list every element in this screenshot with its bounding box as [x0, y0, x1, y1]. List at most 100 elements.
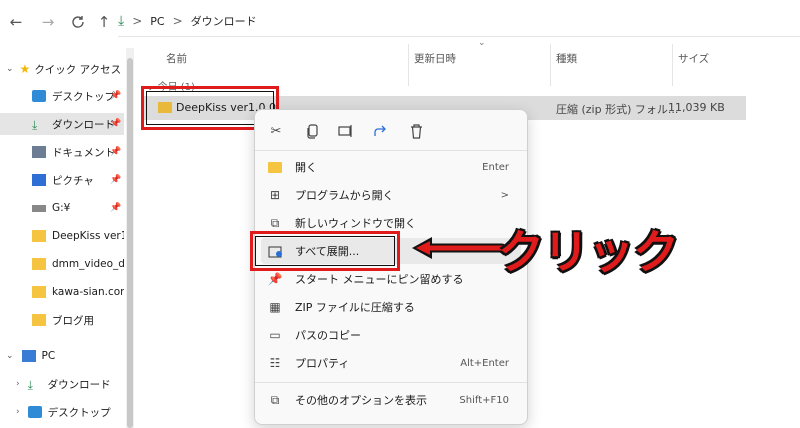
desktop-icon [32, 90, 46, 102]
menu-item-label: 開く [295, 161, 317, 174]
trash-icon [410, 123, 422, 139]
sidebar-label: ピクチャ [52, 174, 94, 187]
sidebar-item-folder[interactable]: kawa-sian.com [0, 281, 124, 303]
sidebar-scrollbar[interactable] [126, 48, 134, 428]
menu-item-properties[interactable]: ☷ プロパティ Alt+Enter [261, 350, 521, 376]
sidebar-label: クイック アクセス [34, 63, 122, 76]
sidebar-item-folder[interactable]: DeepKiss ver1.0 [0, 225, 124, 247]
pin-icon: 📌 [267, 272, 283, 286]
menu-item-compress-zip[interactable]: ▦ ZIP ファイルに圧縮する [261, 294, 521, 320]
menu-item-label: パスのコピー [295, 329, 361, 342]
menu-item-label: 新しいウィンドウで開く [295, 217, 416, 230]
chevron-right-icon: › [16, 407, 20, 417]
sidebar-item-folder[interactable]: dmm_video_da [0, 253, 124, 275]
sidebar-item-documents[interactable]: ドキュメント 📌 [0, 141, 124, 163]
refresh-icon [72, 16, 84, 28]
column-divider[interactable] [408, 44, 409, 86]
pin-icon: 📌 [110, 91, 122, 101]
pin-icon: 📌 [110, 147, 122, 157]
pc-icon [21, 350, 36, 362]
column-header-date[interactable]: 更新日時 [414, 48, 456, 70]
sidebar-pc-downloads[interactable]: › ⤓ ダウンロード [0, 373, 124, 395]
rename-icon [338, 125, 352, 137]
more-options-icon: ⧉ [270, 392, 280, 407]
menu-divider [255, 150, 527, 151]
document-icon [32, 146, 46, 158]
sidebar-item-drive-g[interactable]: G:¥ 📌 [0, 197, 124, 219]
menu-item-label: プログラムから開く [295, 189, 394, 202]
scroll-thumb[interactable] [127, 58, 133, 428]
zip-icon: ▦ [269, 300, 281, 314]
address-bar[interactable]: ⤓ > PC > ダウンロード [118, 6, 800, 37]
pin-icon: 📌 [110, 119, 122, 129]
refresh-button[interactable] [66, 10, 90, 34]
menu-shortcut: Enter [482, 161, 509, 173]
scissors-icon: ✂ [270, 123, 282, 139]
chevron-right-icon: › [16, 379, 20, 389]
back-arrow-icon: ← [9, 13, 23, 31]
chevron-right-icon: > [132, 14, 143, 28]
cut-button[interactable]: ✂ [267, 122, 285, 140]
column-header-type[interactable]: 種類 [556, 48, 577, 70]
sidebar-item-pictures[interactable]: ピクチャ 📌 [0, 169, 124, 191]
breadcrumb-downloads[interactable]: ダウンロード [191, 13, 257, 29]
chevron-right-icon: > [500, 189, 509, 201]
copy-path-icon: ▭ [269, 328, 281, 342]
breadcrumb-pc[interactable]: PC [150, 15, 164, 28]
copy-button[interactable] [303, 122, 321, 140]
sidebar-label: dmm_video_da [52, 258, 124, 270]
share-icon [373, 125, 386, 136]
folder-icon [32, 286, 46, 298]
star-icon: ★ [19, 62, 31, 76]
column-divider[interactable] [672, 44, 673, 86]
sidebar-label: DeepKiss ver1.0 [52, 230, 124, 242]
column-header-name[interactable]: 名前 [166, 48, 187, 70]
sidebar-label: ブログ用 [52, 314, 94, 327]
menu-item-more-options[interactable]: ⧉ その他のオプションを表示 Shift+F10 [261, 387, 521, 413]
folder-icon [32, 230, 46, 242]
menu-item-open-with[interactable]: ⊞ プログラムから開く > [261, 182, 521, 208]
back-button[interactable]: ← [4, 10, 28, 34]
chevron-right-icon: > [172, 14, 183, 28]
sidebar-pc-desktop[interactable]: › デスクトップ [0, 401, 124, 423]
highlight-extract-inner [255, 236, 395, 266]
download-icon: ⤓ [118, 13, 125, 29]
forward-button[interactable]: → [36, 10, 60, 34]
menu-divider [255, 382, 527, 383]
sidebar-item-folder[interactable]: ブログ用 [0, 309, 124, 331]
sidebar-quick-access[interactable]: ⌄ ★ クイック アクセス [0, 58, 124, 80]
menu-item-copy-path[interactable]: ▭ パスのコピー [261, 322, 521, 348]
sidebar-item-desktop[interactable]: デスクトップ 📌 [0, 85, 124, 107]
share-button[interactable] [371, 122, 389, 140]
folder-icon [32, 314, 46, 326]
download-icon: ⤓ [27, 378, 33, 392]
menu-item-label: スタート メニューにピン留めする [295, 273, 464, 286]
up-arrow-icon: ↑ [97, 13, 111, 31]
folder-open-icon [267, 159, 283, 175]
rename-button[interactable] [337, 122, 355, 140]
copy-icon [306, 123, 318, 139]
menu-item-open[interactable]: 開く Enter [261, 154, 521, 180]
sidebar-pc[interactable]: ⌄ PC [0, 345, 124, 367]
menu-item-label: ZIP ファイルに圧縮する [295, 301, 415, 314]
download-icon: ⤓ [32, 118, 38, 132]
menu-item-label: その他のオプションを表示 [295, 394, 427, 407]
sidebar-label: ダウンロード [47, 378, 111, 391]
sidebar-label: デスクトップ [52, 90, 115, 103]
sort-chevron-icon: ⌄ [478, 38, 486, 48]
sidebar-label: kawa-sian.com [52, 286, 124, 298]
sidebar-label: ドキュメント [52, 146, 115, 159]
menu-shortcut: Shift+F10 [459, 394, 509, 406]
column-header-size[interactable]: サイズ [678, 48, 709, 70]
menu-item-label: プロパティ [295, 357, 350, 370]
forward-arrow-icon: → [41, 13, 55, 31]
open-with-icon: ⊞ [269, 188, 281, 202]
up-button[interactable]: ↑ [92, 10, 116, 34]
delete-button[interactable] [407, 122, 425, 140]
navigation-pane: ⌄ ★ クイック アクセス デスクトップ 📌 ⤓ ダウンロード 📌 ドキュメント… [0, 48, 124, 428]
drive-icon [32, 204, 46, 212]
sidebar-item-downloads[interactable]: ⤓ ダウンロード 📌 [0, 113, 124, 135]
file-size: 11,039 KB [668, 101, 725, 114]
sidebar-label: デスクトップ [47, 406, 111, 419]
column-divider[interactable] [550, 44, 551, 86]
